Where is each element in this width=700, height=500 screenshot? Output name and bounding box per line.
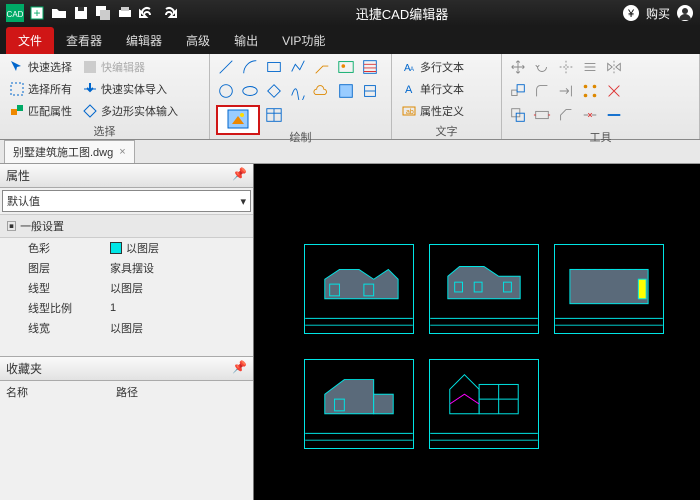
- spline-icon[interactable]: [288, 81, 308, 101]
- polygon-input-button[interactable]: 多边形实体输入: [79, 101, 181, 121]
- app-title: 迅捷CAD编辑器: [182, 4, 622, 23]
- join-icon[interactable]: [604, 105, 624, 125]
- svg-text:¥: ¥: [627, 8, 635, 20]
- rotate-icon[interactable]: [532, 57, 552, 77]
- offset-icon[interactable]: [580, 57, 600, 77]
- tab-viewer[interactable]: 查看器: [54, 27, 114, 54]
- group-draw-label: 绘制: [216, 127, 385, 147]
- tab-editor[interactable]: 编辑器: [114, 27, 174, 54]
- polygon-icon[interactable]: [264, 81, 284, 101]
- color-swatch: [110, 242, 122, 254]
- favorites-title: 收藏夹: [6, 360, 42, 377]
- drawing-thumb[interactable]: [429, 359, 539, 449]
- panel-title: 属性: [6, 167, 30, 184]
- document-name: 别墅建筑施工图.dwg: [13, 144, 113, 160]
- properties-panel: 属性 📌 默认值▾ ▣ 一般设置 色彩以图层 图层家具摆设 线型以图层 线型比例1…: [0, 164, 254, 500]
- copy-icon[interactable]: [508, 105, 528, 125]
- svg-text:CAD: CAD: [7, 10, 24, 19]
- print-icon[interactable]: [116, 4, 134, 22]
- drawing-canvas[interactable]: [254, 164, 700, 500]
- break-icon[interactable]: [580, 105, 600, 125]
- svg-text:A: A: [410, 67, 414, 73]
- fillet-icon[interactable]: [532, 81, 552, 101]
- prop-row: 图层家具摆设: [0, 258, 253, 278]
- svg-text:A: A: [405, 84, 413, 96]
- draw-tools-grid: [216, 57, 382, 127]
- tab-file[interactable]: 文件: [6, 27, 54, 54]
- circle-icon[interactable]: [216, 81, 236, 101]
- quick-import-button[interactable]: 快速实体导入: [79, 79, 181, 99]
- trim-icon[interactable]: [556, 57, 576, 77]
- prop-row: 线型比例1: [0, 298, 253, 318]
- redo-icon[interactable]: [160, 4, 178, 22]
- drawing-thumb[interactable]: [304, 244, 414, 334]
- image-icon[interactable]: [336, 57, 356, 77]
- saveas-icon[interactable]: [94, 4, 112, 22]
- drawing-thumb[interactable]: [554, 244, 664, 334]
- attdef-button[interactable]: ab属性定义: [398, 101, 467, 121]
- currency-icon[interactable]: ¥: [622, 4, 640, 22]
- document-tab[interactable]: 别墅建筑施工图.dwg ×: [4, 140, 135, 163]
- stretch-icon[interactable]: [532, 105, 552, 125]
- tab-output[interactable]: 输出: [222, 27, 270, 54]
- arc-icon[interactable]: [240, 57, 260, 77]
- buy-label[interactable]: 购买: [646, 5, 670, 22]
- ellipse-icon[interactable]: [240, 81, 260, 101]
- cloud-icon[interactable]: [312, 81, 332, 101]
- tab-vip[interactable]: VIP功能: [270, 27, 337, 54]
- quick-select-button[interactable]: 快速选择: [6, 57, 75, 77]
- close-icon[interactable]: ×: [119, 146, 125, 158]
- polyline-icon[interactable]: [288, 57, 308, 77]
- pin-icon[interactable]: 📌: [232, 360, 247, 377]
- group-select-label: 选择: [6, 121, 203, 141]
- chamfer-icon[interactable]: [556, 105, 576, 125]
- main-tabs: 文件 查看器 编辑器 高级 输出 VIP功能: [0, 26, 700, 54]
- prop-row: 线型以图层: [0, 278, 253, 298]
- tools-grid: [508, 57, 626, 127]
- leader-icon[interactable]: [312, 57, 332, 77]
- group-tools-label: 工具: [508, 127, 693, 147]
- drawing-thumb[interactable]: [429, 244, 539, 334]
- workspace: 属性 📌 默认值▾ ▣ 一般设置 色彩以图层 图层家具摆设 线型以图层 线型比例1…: [0, 164, 700, 500]
- scale-icon[interactable]: [508, 81, 528, 101]
- chevron-down-icon: ▾: [240, 195, 246, 208]
- select-all-button[interactable]: 选择所有: [6, 79, 75, 99]
- block-editor-button: 快编辑器: [79, 57, 181, 77]
- extend-icon[interactable]: [556, 81, 576, 101]
- table-icon[interactable]: [264, 105, 284, 125]
- mtext-button[interactable]: AA多行文本: [398, 57, 467, 77]
- open-icon[interactable]: [50, 4, 68, 22]
- mirror-icon[interactable]: [604, 57, 624, 77]
- move-icon[interactable]: [508, 57, 528, 77]
- title-bar: CAD + 迅捷CAD编辑器 ¥ 购买: [0, 0, 700, 26]
- prop-row: 色彩以图层: [0, 238, 253, 258]
- explode-icon[interactable]: [604, 81, 624, 101]
- favorites-columns: 名称路径: [0, 381, 253, 403]
- group-text-label: 文字: [398, 121, 495, 141]
- region-icon[interactable]: [336, 81, 356, 101]
- block-icon[interactable]: [360, 81, 380, 101]
- svg-text:ab: ab: [406, 109, 414, 116]
- ribbon: 快速选择 选择所有 匹配属性 快编辑器 快速实体导入 多边形实体输入 选择: [0, 54, 700, 140]
- prop-row: 线宽以图层: [0, 318, 253, 338]
- save-icon[interactable]: [72, 4, 90, 22]
- section-general[interactable]: ▣ 一般设置: [0, 214, 253, 238]
- stext-button[interactable]: A单行文本: [398, 79, 467, 99]
- props-combo[interactable]: 默认值▾: [2, 190, 251, 212]
- array-icon[interactable]: [580, 81, 600, 101]
- hatch-icon[interactable]: [360, 57, 380, 77]
- svg-text:+: +: [33, 6, 40, 20]
- new-icon[interactable]: +: [28, 4, 46, 22]
- pin-icon[interactable]: 📌: [232, 167, 247, 184]
- drawing-thumb[interactable]: [304, 359, 414, 449]
- rect-icon[interactable]: [264, 57, 284, 77]
- match-props-button[interactable]: 匹配属性: [6, 101, 75, 121]
- app-icon: CAD: [6, 4, 24, 22]
- line-icon[interactable]: [216, 57, 236, 77]
- tab-advanced[interactable]: 高级: [174, 27, 222, 54]
- undo-icon[interactable]: [138, 4, 156, 22]
- user-icon[interactable]: [676, 4, 694, 22]
